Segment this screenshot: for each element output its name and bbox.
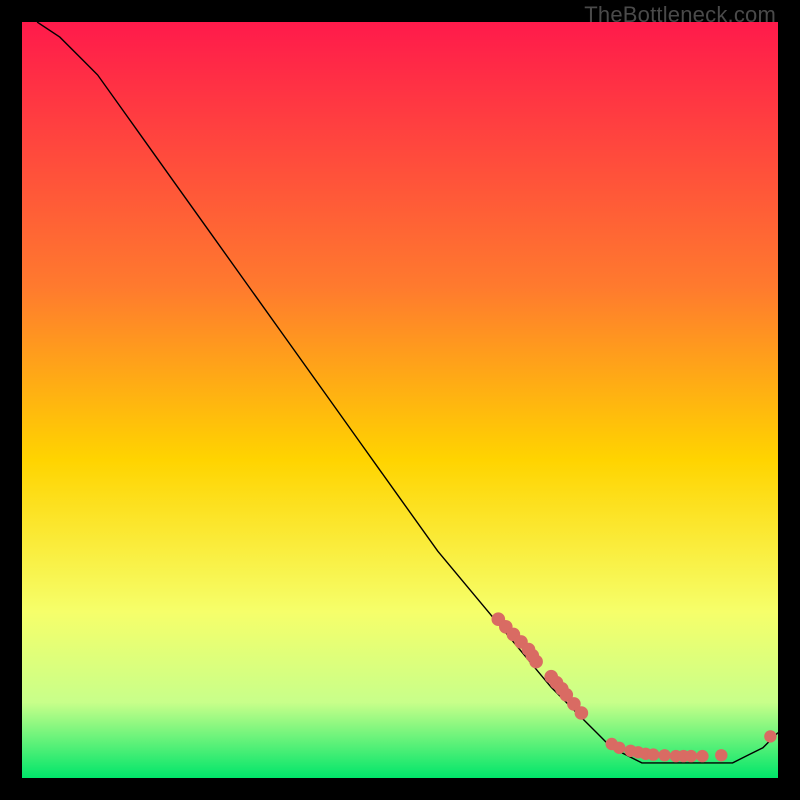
- data-point: [575, 706, 589, 720]
- data-point: [696, 750, 708, 762]
- chart-svg: [22, 22, 778, 778]
- data-point: [613, 742, 625, 754]
- data-point: [647, 748, 659, 760]
- stage: TheBottleneck.com: [0, 0, 800, 800]
- data-point: [658, 749, 670, 761]
- data-point: [715, 749, 727, 761]
- data-point: [685, 750, 697, 762]
- data-point: [764, 730, 776, 742]
- data-point: [529, 655, 543, 669]
- gradient-background: [22, 22, 778, 778]
- bottleneck-chart: [22, 22, 778, 778]
